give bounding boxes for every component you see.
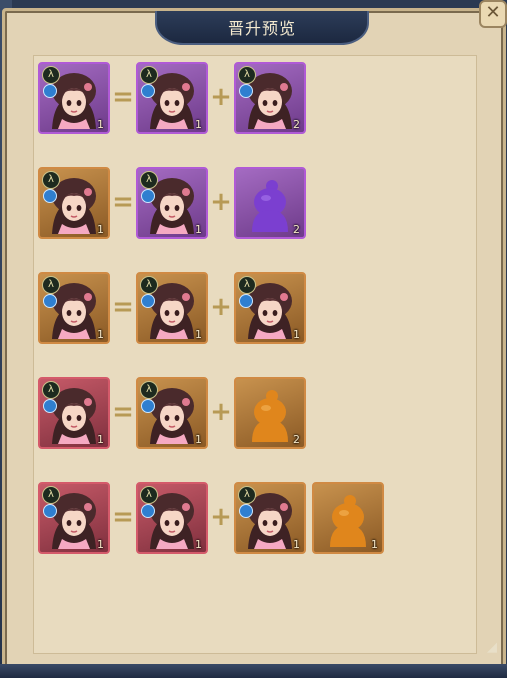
plus-sign: + [210, 397, 232, 427]
quantity-label: 1 [97, 328, 104, 341]
hero-card[interactable]: λ1 [136, 377, 208, 449]
water-element-icon [43, 504, 57, 518]
quantity-label: 1 [97, 118, 104, 131]
hero-card[interactable]: λ1 [38, 272, 110, 344]
quantity-label: 1 [195, 433, 202, 446]
hero-silhouette-icon [252, 390, 288, 442]
recipe-panel [33, 55, 477, 654]
hero-card[interactable]: λ1 [136, 482, 208, 554]
material-card[interactable]: 2 [234, 167, 306, 239]
hero-silhouette-icon [252, 180, 288, 232]
recipe-row: λ 1 = λ 1 + λ1 1 [38, 482, 398, 556]
equals-sign: = [112, 82, 134, 112]
hero-card[interactable]: λ1 [234, 482, 306, 554]
hero-card[interactable]: λ1 [136, 272, 208, 344]
material-card[interactable]: 1 [312, 482, 384, 554]
quantity-label: 1 [293, 538, 300, 551]
corner-arrow-icon[interactable]: ◢ [487, 640, 501, 655]
hero-card[interactable]: λ1 [136, 167, 208, 239]
class-badge-icon: λ [42, 66, 60, 84]
water-element-icon [141, 399, 155, 413]
bottom-strip [0, 664, 507, 678]
hero-card[interactable]: λ1 [38, 62, 110, 134]
water-element-icon [141, 504, 155, 518]
hero-card[interactable]: λ1 [38, 482, 110, 554]
plus-sign: + [210, 502, 232, 532]
equals-sign: = [112, 502, 134, 532]
quantity-label: 1 [371, 538, 378, 551]
hero-card[interactable]: λ1 [38, 377, 110, 449]
class-badge-icon: λ [42, 381, 60, 399]
water-element-icon [141, 294, 155, 308]
class-badge-icon: λ [140, 276, 158, 294]
hero-card[interactable]: λ1 [234, 272, 306, 344]
recipe-row: λ 1 = λ 1 + 2 [38, 167, 398, 241]
water-element-icon [239, 84, 253, 98]
hero-card[interactable]: λ1 [136, 62, 208, 134]
water-element-icon [239, 294, 253, 308]
hero-card[interactable]: λ2 [234, 62, 306, 134]
class-badge-icon: λ [140, 486, 158, 504]
class-badge-icon: λ [238, 66, 256, 84]
class-badge-icon: λ [238, 486, 256, 504]
water-element-icon [141, 84, 155, 98]
equals-sign: = [112, 292, 134, 322]
water-element-icon [43, 189, 57, 203]
plus-sign: + [210, 82, 232, 112]
close-icon[interactable]: ✕ [479, 0, 507, 28]
quantity-label: 2 [293, 223, 300, 236]
quantity-label: 2 [293, 433, 300, 446]
title-bar: 晋升预览 [155, 11, 369, 45]
class-badge-icon: λ [42, 171, 60, 189]
class-badge-icon: λ [140, 66, 158, 84]
recipe-row: λ 1 = λ 1 + λ1 [38, 272, 398, 346]
equals-sign: = [112, 397, 134, 427]
quantity-label: 1 [97, 538, 104, 551]
quantity-label: 1 [97, 223, 104, 236]
quantity-label: 1 [195, 538, 202, 551]
dialog-title: 晋升预览 [227, 19, 296, 38]
quantity-label: 1 [97, 433, 104, 446]
water-element-icon [43, 84, 57, 98]
class-badge-icon: λ [140, 381, 158, 399]
quantity-label: 1 [195, 118, 202, 131]
water-element-icon [43, 294, 57, 308]
quantity-label: 1 [195, 328, 202, 341]
recipe-row: λ 1 = λ 1 + λ2 [38, 62, 398, 136]
plus-sign: + [210, 187, 232, 217]
hero-silhouette-icon [330, 495, 366, 547]
quantity-label: 2 [293, 118, 300, 131]
quantity-label: 1 [293, 328, 300, 341]
class-badge-icon: λ [42, 276, 60, 294]
hero-card[interactable]: λ1 [38, 167, 110, 239]
quantity-label: 1 [195, 223, 202, 236]
material-card[interactable]: 2 [234, 377, 306, 449]
plus-sign: + [210, 292, 232, 322]
equals-sign: = [112, 187, 134, 217]
recipe-row: λ 1 = λ 1 + 2 [38, 377, 398, 451]
class-badge-icon: λ [140, 171, 158, 189]
class-badge-icon: λ [238, 276, 256, 294]
water-element-icon [141, 189, 155, 203]
class-badge-icon: λ [42, 486, 60, 504]
water-element-icon [239, 504, 253, 518]
water-element-icon [43, 399, 57, 413]
